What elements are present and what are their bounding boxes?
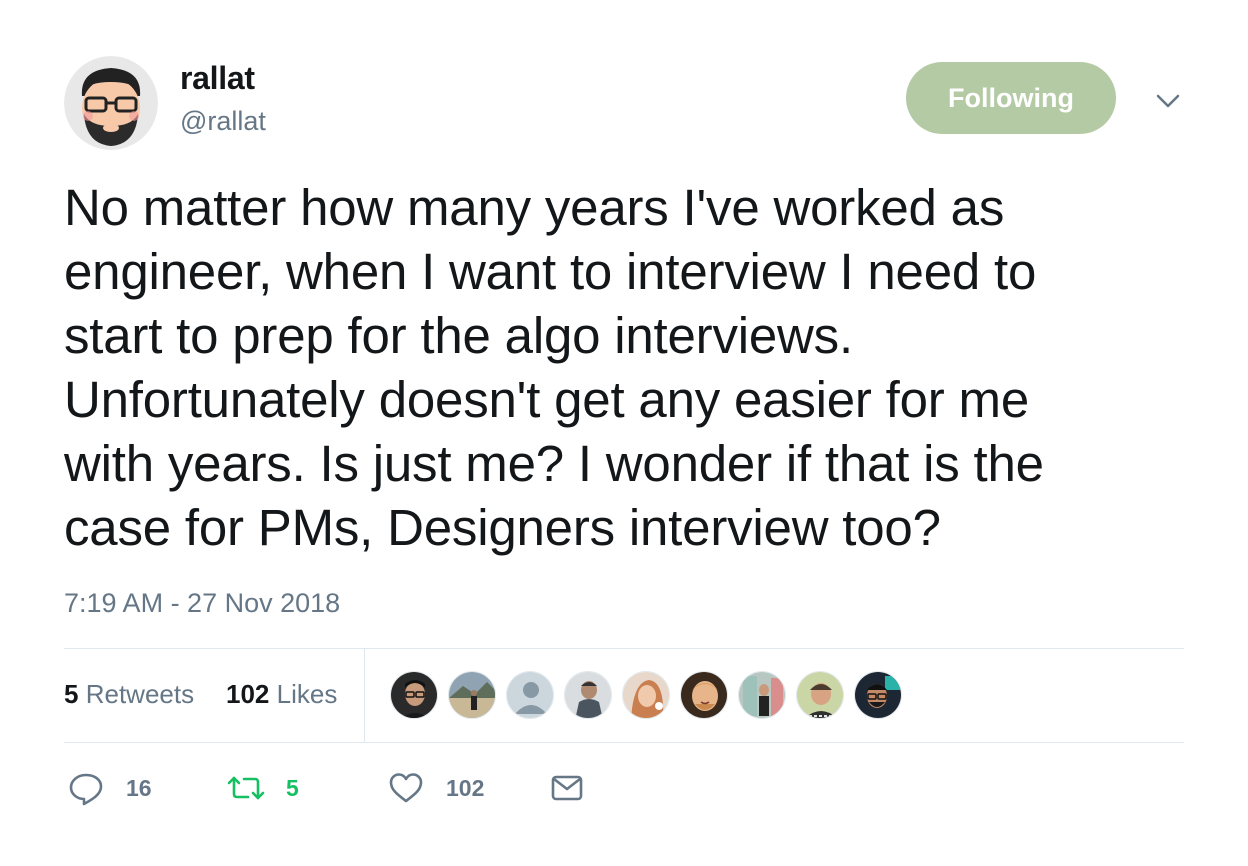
chevron-down-icon[interactable]: [1150, 86, 1186, 116]
reply-icon: [69, 773, 103, 806]
envelope-icon: [551, 775, 583, 801]
retweet-count: 5: [286, 774, 299, 801]
tweet-text-line: case for PMs, Designers interview too?: [64, 499, 941, 556]
divider: [64, 648, 1184, 649]
retweets-label: Retweets: [85, 679, 195, 709]
following-button[interactable]: Following: [906, 62, 1116, 134]
author-display-name[interactable]: rallat: [180, 60, 255, 97]
liker-avatar[interactable]: [448, 671, 496, 719]
tweet-timestamp[interactable]: 7:19 AM - 27 Nov 2018: [64, 588, 340, 619]
tweet-text-line: Unfortunately doesn't get any easier for…: [64, 371, 1030, 428]
tweet-text-line: start to prep for the algo interviews.: [64, 307, 853, 364]
retweet-button[interactable]: 5: [226, 770, 299, 806]
like-count: 102: [446, 774, 485, 801]
author-avatar[interactable]: [64, 56, 158, 150]
tweet-text-line: with years. Is just me? I wonder if that…: [64, 435, 1044, 492]
tweet-text-line: No matter how many years I've worked as: [64, 179, 1005, 236]
liker-avatar[interactable]: [390, 671, 438, 719]
likers-avatars: [390, 671, 912, 719]
liker-avatar[interactable]: [796, 671, 844, 719]
retweets-stat[interactable]: 5 Retweets: [64, 679, 194, 710]
divider: [64, 742, 1184, 743]
tweet-card: rallat @rallat Following No matter how m…: [0, 0, 1248, 866]
retweet-icon: [227, 776, 265, 800]
likes-count: 102: [226, 679, 270, 709]
liker-avatar[interactable]: [738, 671, 786, 719]
liker-avatar[interactable]: [564, 671, 612, 719]
reply-count: 16: [126, 774, 152, 801]
likes-label: Likes: [276, 679, 338, 709]
reply-button[interactable]: 16: [68, 770, 152, 806]
heart-icon: [389, 773, 423, 803]
liker-avatar[interactable]: [506, 671, 554, 719]
author-handle[interactable]: @rallat: [180, 106, 266, 137]
likes-stat[interactable]: 102 Likes: [226, 679, 337, 710]
divider: [364, 649, 365, 742]
liker-avatar[interactable]: [622, 671, 670, 719]
tweet-text-line: engineer, when I want to interview I nee…: [64, 243, 1037, 300]
tweet-text: No matter how many years I've worked as …: [64, 176, 1204, 560]
liker-avatar[interactable]: [680, 671, 728, 719]
direct-message-button[interactable]: [550, 770, 584, 806]
liker-avatar[interactable]: [854, 671, 902, 719]
retweets-count: 5: [64, 679, 79, 709]
like-button[interactable]: 102: [388, 770, 484, 806]
